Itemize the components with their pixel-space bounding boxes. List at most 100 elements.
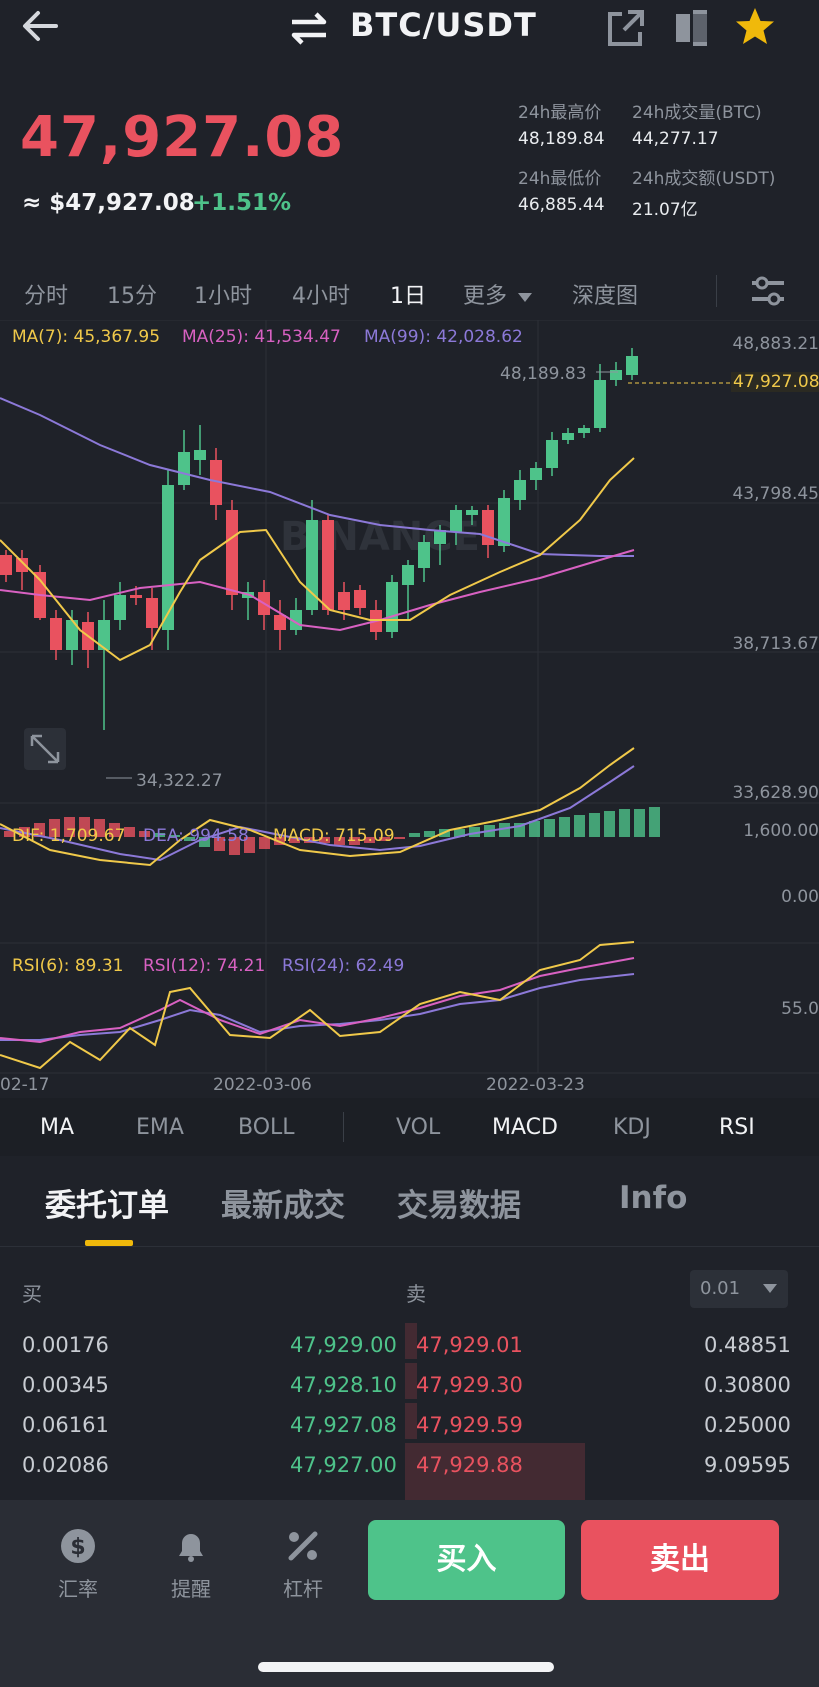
ask-qty[interactable]: 0.30800 bbox=[704, 1373, 791, 1397]
candle-body bbox=[338, 592, 350, 610]
candle-body bbox=[450, 510, 462, 532]
swap-icon[interactable] bbox=[288, 8, 330, 48]
macd-bar bbox=[619, 809, 630, 837]
ask-price[interactable]: 47,929.88 bbox=[416, 1453, 523, 1477]
candle-body bbox=[418, 542, 430, 568]
leverage-icon[interactable] bbox=[283, 1526, 323, 1566]
bid-qty[interactable]: 0.00176 bbox=[22, 1333, 109, 1357]
dif-legend: DIF: 1,709.67 bbox=[12, 826, 126, 846]
tab-timeshare[interactable]: 分时 bbox=[24, 278, 68, 310]
sell-header: 卖 bbox=[406, 1282, 426, 1306]
candle-body bbox=[114, 595, 126, 620]
high-label: 24h最高价 bbox=[518, 103, 602, 123]
bid-price[interactable]: 47,927.00 bbox=[290, 1453, 397, 1477]
tab-4h[interactable]: 4小时 bbox=[292, 278, 350, 310]
candle-body bbox=[594, 380, 606, 428]
tab-info[interactable]: Info bbox=[619, 1180, 687, 1216]
candle-body bbox=[466, 510, 478, 515]
candle-body bbox=[530, 468, 542, 480]
tab-15m[interactable]: 15分 bbox=[107, 278, 157, 310]
svg-text:$: $ bbox=[70, 1535, 85, 1560]
tab-orders[interactable]: 委托订单 bbox=[45, 1180, 169, 1225]
ind-kdj[interactable]: KDJ bbox=[613, 1115, 651, 1140]
ind-ema[interactable]: EMA bbox=[136, 1115, 184, 1140]
candle-body bbox=[0, 555, 12, 575]
chart-settings-icon[interactable] bbox=[748, 274, 788, 308]
ask-qty[interactable]: 9.09595 bbox=[704, 1453, 791, 1477]
dollar-icon[interactable]: $ bbox=[58, 1526, 98, 1566]
share-icon[interactable] bbox=[606, 8, 646, 48]
bid-qty[interactable]: 0.00345 bbox=[22, 1373, 109, 1397]
ma7-legend: MA(7): 45,367.95 bbox=[12, 327, 161, 347]
candle-body bbox=[354, 590, 366, 608]
caret-down-icon bbox=[762, 1284, 777, 1293]
bid-price[interactable]: 47,928.10 bbox=[290, 1373, 397, 1397]
top-bar: BTC/USDT bbox=[0, 0, 819, 62]
candle-body bbox=[498, 498, 510, 546]
ind-macd[interactable]: MACD bbox=[492, 1115, 558, 1140]
last-price: 47,927.08 bbox=[20, 105, 345, 170]
tab-1h[interactable]: 1小时 bbox=[194, 278, 252, 310]
tab-trade-data[interactable]: 交易数据 bbox=[397, 1180, 521, 1225]
buy-button[interactable]: 买入 bbox=[368, 1520, 565, 1600]
y-tick-4: 33,628.90 bbox=[732, 783, 819, 803]
low-marker: 34,322.27 bbox=[136, 771, 223, 791]
macd-bar bbox=[649, 807, 660, 837]
ask-price[interactable]: 47,929.30 bbox=[416, 1373, 523, 1397]
candle-body bbox=[626, 356, 638, 375]
precision-select[interactable]: 0.01 bbox=[690, 1270, 788, 1308]
last-price-tag: 47,927.08 bbox=[731, 372, 819, 392]
back-arrow-icon[interactable] bbox=[18, 6, 62, 46]
book-icon[interactable] bbox=[672, 8, 712, 48]
tab-1d[interactable]: 1日 bbox=[390, 278, 426, 310]
ind-rsi[interactable]: RSI bbox=[719, 1115, 755, 1140]
candle-body bbox=[274, 615, 286, 630]
ind-vol[interactable]: VOL bbox=[396, 1115, 440, 1140]
alert-label[interactable]: 提醒 bbox=[171, 1573, 211, 1602]
tab-depth[interactable]: 深度图 bbox=[572, 278, 638, 310]
home-indicator[interactable] bbox=[258, 1662, 554, 1672]
candle-body bbox=[514, 480, 526, 500]
macd-bar bbox=[424, 831, 435, 837]
candle-body bbox=[546, 440, 558, 468]
candle-body bbox=[386, 582, 398, 632]
y-tick-1: 48,883.21 bbox=[732, 334, 819, 354]
candle-body bbox=[146, 598, 158, 628]
macd-bar bbox=[529, 821, 540, 837]
macd-bar bbox=[604, 811, 615, 837]
dea-legend: DEA: 994.58 bbox=[143, 826, 249, 846]
candle-body bbox=[194, 450, 206, 460]
bell-icon[interactable] bbox=[171, 1526, 211, 1566]
ask-price[interactable]: 47,929.01 bbox=[416, 1333, 523, 1357]
ma99-legend: MA(99): 42,028.62 bbox=[364, 327, 523, 347]
ask-qty[interactable]: 0.48851 bbox=[704, 1333, 791, 1357]
ask-price[interactable]: 47,929.59 bbox=[416, 1413, 523, 1437]
macd-bar bbox=[559, 817, 570, 837]
bid-qty[interactable]: 0.06161 bbox=[22, 1413, 109, 1437]
macd-bar bbox=[259, 837, 270, 849]
candle-body bbox=[226, 510, 238, 595]
rsi12-legend: RSI(12): 74.21 bbox=[143, 956, 266, 976]
macd-bar bbox=[574, 815, 585, 837]
pair-title[interactable]: BTC/USDT bbox=[350, 6, 537, 44]
tab-more[interactable]: 更多 bbox=[463, 278, 533, 310]
sell-button[interactable]: 卖出 bbox=[581, 1520, 779, 1600]
divider bbox=[716, 275, 717, 307]
candle-body bbox=[50, 618, 62, 650]
macd-bar bbox=[394, 837, 405, 839]
ind-boll[interactable]: BOLL bbox=[238, 1115, 295, 1140]
macd-tick-2: 0.00 bbox=[781, 887, 819, 907]
y-tick-3: 38,713.67 bbox=[732, 634, 819, 654]
x-date-3: 2022-03-23 bbox=[486, 1075, 585, 1095]
bid-price[interactable]: 47,929.00 bbox=[290, 1333, 397, 1357]
x-date-2: 2022-03-06 bbox=[213, 1075, 312, 1095]
leverage-label[interactable]: 杠杆 bbox=[283, 1573, 323, 1602]
candle-body bbox=[482, 510, 494, 545]
bid-qty[interactable]: 0.02086 bbox=[22, 1453, 109, 1477]
rate-label[interactable]: 汇率 bbox=[58, 1573, 98, 1602]
ask-qty[interactable]: 0.25000 bbox=[704, 1413, 791, 1437]
star-icon[interactable] bbox=[734, 6, 776, 48]
tab-latest-trades[interactable]: 最新成交 bbox=[221, 1180, 345, 1225]
bid-price[interactable]: 47,927.08 bbox=[290, 1413, 397, 1437]
ind-ma[interactable]: MA bbox=[40, 1115, 74, 1140]
